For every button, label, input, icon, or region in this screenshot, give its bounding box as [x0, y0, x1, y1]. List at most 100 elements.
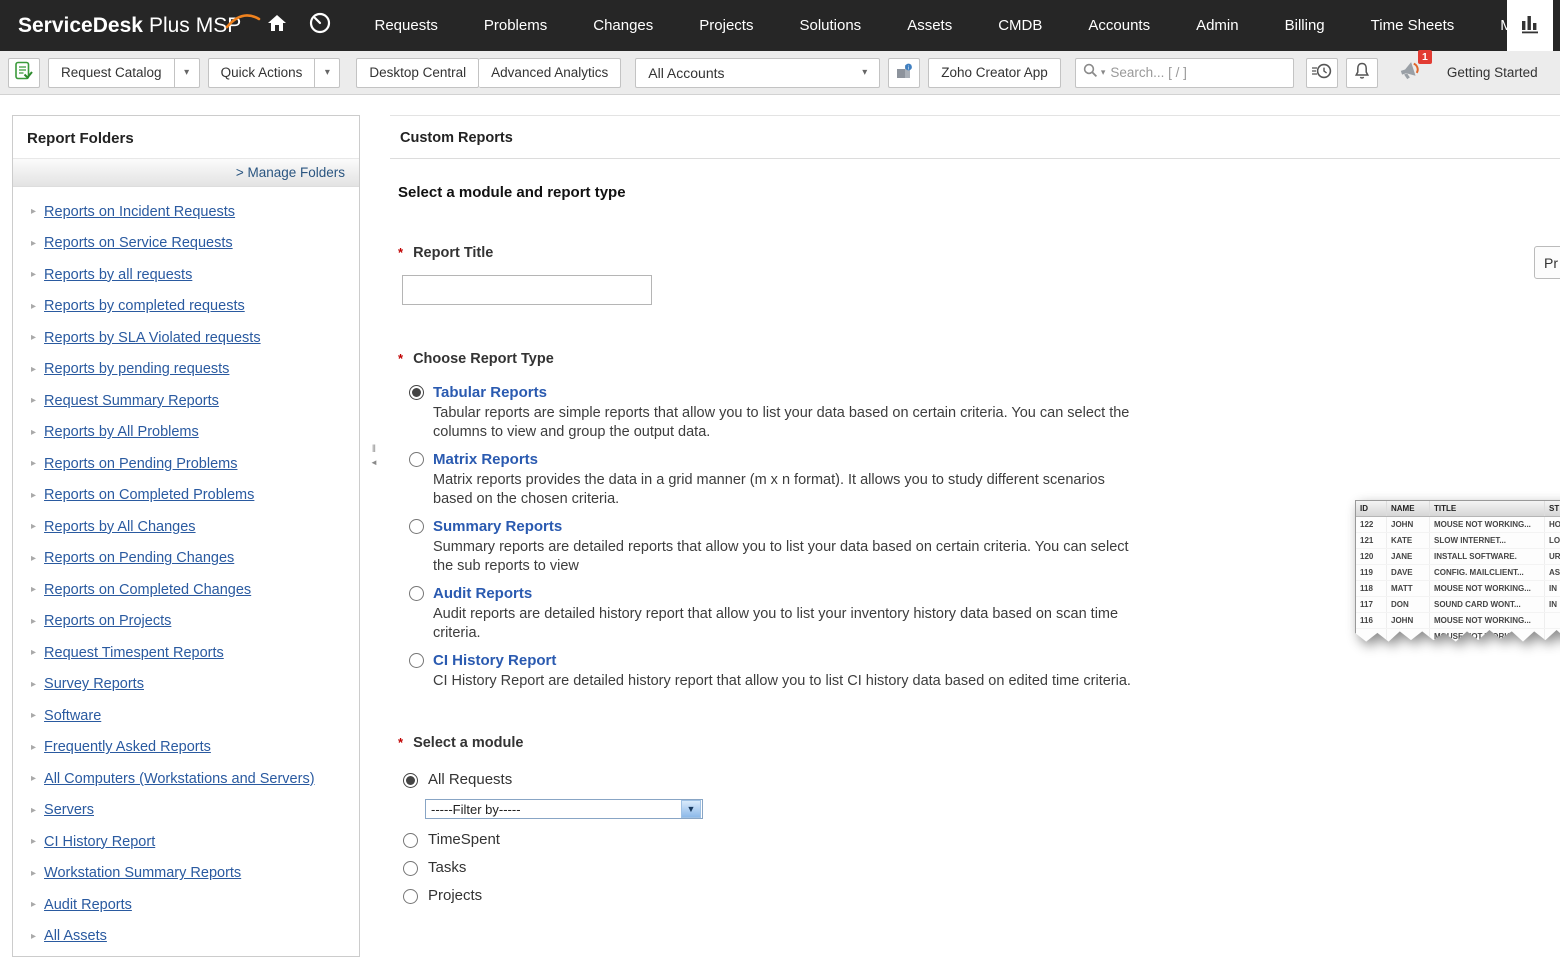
projects-radio[interactable]: [403, 889, 418, 904]
expand-arrow-icon[interactable]: ▸: [31, 490, 36, 501]
folder-item[interactable]: ▸Workstation Summary Reports: [13, 858, 359, 890]
expand-arrow-icon[interactable]: ▸: [31, 364, 36, 375]
chevron-down-icon[interactable]: ▾: [174, 59, 199, 87]
folder-link[interactable]: Software: [44, 708, 101, 724]
tab-reports[interactable]: [1507, 0, 1553, 51]
folder-link[interactable]: Audit Reports: [44, 897, 132, 913]
timespent-radio[interactable]: [403, 833, 418, 848]
expand-arrow-icon[interactable]: ▸: [31, 647, 36, 658]
filter-by-select[interactable]: -----Filter by----- ▼: [425, 799, 703, 819]
report-type-label[interactable]: Audit Reports: [433, 585, 1133, 602]
expand-arrow-icon[interactable]: ▸: [31, 427, 36, 438]
folder-item[interactable]: ▸ Reports by SLA Violated requests: [13, 322, 359, 354]
quick-actions-dropdown[interactable]: Quick Actions ▾: [208, 58, 341, 88]
expand-arrow-icon[interactable]: ▸: [31, 395, 36, 406]
announcements-button[interactable]: 1: [1398, 59, 1423, 87]
folder-item[interactable]: ▸ Reports on Projects: [13, 606, 359, 638]
chevron-down-icon[interactable]: ▼: [681, 800, 701, 818]
recent-items-button[interactable]: [1306, 58, 1338, 88]
dashboard-button[interactable]: [302, 0, 337, 51]
folder-item[interactable]: ▸ Request Summary Reports: [13, 385, 359, 417]
expand-arrow-icon[interactable]: ▸: [31, 710, 36, 721]
request-catalog-dropdown[interactable]: Request Catalog ▾: [48, 58, 200, 88]
folder-item[interactable]: ▸ Reports on Completed Problems: [13, 480, 359, 512]
folder-item[interactable]: ▸ Reports by pending requests: [13, 354, 359, 386]
folder-link[interactable]: Reports by SLA Violated requests: [44, 330, 261, 346]
folder-item[interactable]: ▸Reports by completed requests: [13, 291, 359, 323]
nav-projects[interactable]: Projects: [676, 0, 776, 51]
folder-link[interactable]: Reports by All Changes: [44, 519, 196, 535]
folder-item[interactable]: ▸ Reports on Completed Changes: [13, 574, 359, 606]
report-type-label[interactable]: CI History Report: [433, 652, 1131, 669]
folder-item[interactable]: ▸ Reports by All Problems: [13, 417, 359, 449]
folder-link[interactable]: Reports by pending requests: [44, 361, 229, 377]
report-title-input[interactable]: [402, 275, 652, 305]
folder-link[interactable]: Reports on Pending Changes: [44, 550, 234, 566]
folder-link[interactable]: Reports on Service Requests: [44, 235, 233, 251]
all-accounts-select[interactable]: All Accounts ▾: [635, 58, 880, 88]
expand-arrow-icon[interactable]: ▸: [31, 899, 36, 910]
summary-reports-radio[interactable]: [409, 519, 424, 534]
account-info-button[interactable]: i: [888, 58, 920, 88]
expand-arrow-icon[interactable]: ▸: [31, 458, 36, 469]
folder-item[interactable]: ▸Reports on Pending Changes: [13, 543, 359, 575]
expand-arrow-icon[interactable]: ▸: [31, 238, 36, 249]
folder-item[interactable]: ▸ Reports by all requests: [13, 259, 359, 291]
nav-solutions[interactable]: Solutions: [776, 0, 884, 51]
expand-arrow-icon[interactable]: ▸: [31, 773, 36, 784]
all-requests-radio[interactable]: [403, 773, 418, 788]
folder-link[interactable]: Reports on Completed Problems: [44, 487, 254, 503]
manage-folders-link[interactable]: > Manage Folders: [13, 158, 359, 187]
folder-link[interactable]: Servers: [44, 802, 94, 818]
zoho-creator-app-button[interactable]: Zoho Creator App: [928, 58, 1061, 88]
folder-item[interactable]: ▸ Reports by All Changes: [13, 511, 359, 543]
folder-link[interactable]: Survey Reports: [44, 676, 144, 692]
nav-billing[interactable]: Billing: [1262, 0, 1348, 51]
search-input[interactable]: [1108, 64, 1285, 81]
expand-arrow-icon[interactable]: ▸: [31, 679, 36, 690]
folder-link[interactable]: All Assets: [44, 928, 107, 944]
expand-arrow-icon[interactable]: ▸: [31, 269, 36, 280]
nav-problems[interactable]: Problems: [461, 0, 570, 51]
expand-arrow-icon[interactable]: ▸: [31, 742, 36, 753]
expand-arrow-icon[interactable]: ▸: [31, 868, 36, 879]
folder-item[interactable]: ▸CI History Report: [13, 826, 359, 858]
folder-item[interactable]: ▸ All Computers (Workstations and Servers…: [13, 763, 359, 795]
folder-link[interactable]: All Computers (Workstations and Servers): [44, 771, 315, 787]
folder-item[interactable]: ▸ Audit Reports: [13, 889, 359, 921]
folder-item[interactable]: ▸ All Assets: [13, 921, 359, 953]
module-label[interactable]: TimeSpent: [428, 831, 500, 848]
chevron-down-icon[interactable]: ▾: [314, 59, 339, 87]
expand-arrow-icon[interactable]: ▸: [31, 931, 36, 942]
request-template-button[interactable]: [8, 58, 40, 88]
folder-item[interactable]: ▸ Survey Reports: [13, 669, 359, 701]
expand-arrow-icon[interactable]: ▸: [31, 584, 36, 595]
expand-arrow-icon[interactable]: ▸: [31, 521, 36, 532]
desktop-central-button[interactable]: Desktop Central: [356, 58, 479, 88]
folder-link[interactable]: Reports by All Problems: [44, 424, 199, 440]
expand-arrow-icon[interactable]: ▸: [31, 332, 36, 343]
notifications-button[interactable]: [1346, 58, 1378, 88]
module-label[interactable]: Tasks: [428, 859, 466, 876]
report-type-label[interactable]: Tabular Reports: [433, 384, 1133, 401]
folder-link[interactable]: Reports on Projects: [44, 613, 171, 629]
home-button[interactable]: [259, 0, 294, 51]
advanced-analytics-button[interactable]: Advanced Analytics: [479, 58, 621, 88]
folder-link[interactable]: Reports on Incident Requests: [44, 204, 235, 220]
folder-link[interactable]: Request Summary Reports: [44, 393, 219, 409]
module-label[interactable]: Projects: [428, 887, 482, 904]
folder-item[interactable]: ▸Frequently Asked Reports: [13, 732, 359, 764]
search-scope-chevron-icon[interactable]: ▾: [1101, 67, 1106, 78]
report-type-label[interactable]: Matrix Reports: [433, 451, 1133, 468]
folder-item[interactable]: ▸ Reports on Service Requests: [13, 228, 359, 260]
folder-item[interactable]: ▸Request Timespent Reports: [13, 637, 359, 669]
folder-link[interactable]: Reports by completed requests: [44, 298, 245, 314]
folder-link[interactable]: Reports on Pending Problems: [44, 456, 237, 472]
sidebar-collapse-handle[interactable]: ‖ ◄: [366, 444, 382, 467]
nav-requests[interactable]: Requests: [352, 0, 461, 51]
ci-history-report-radio[interactable]: [409, 653, 424, 668]
expand-arrow-icon[interactable]: ▸: [31, 616, 36, 627]
folder-link[interactable]: Reports by all requests: [44, 267, 192, 283]
folder-link[interactable]: Reports on Completed Changes: [44, 582, 251, 598]
chevron-down-icon[interactable]: ▾: [862, 67, 867, 78]
